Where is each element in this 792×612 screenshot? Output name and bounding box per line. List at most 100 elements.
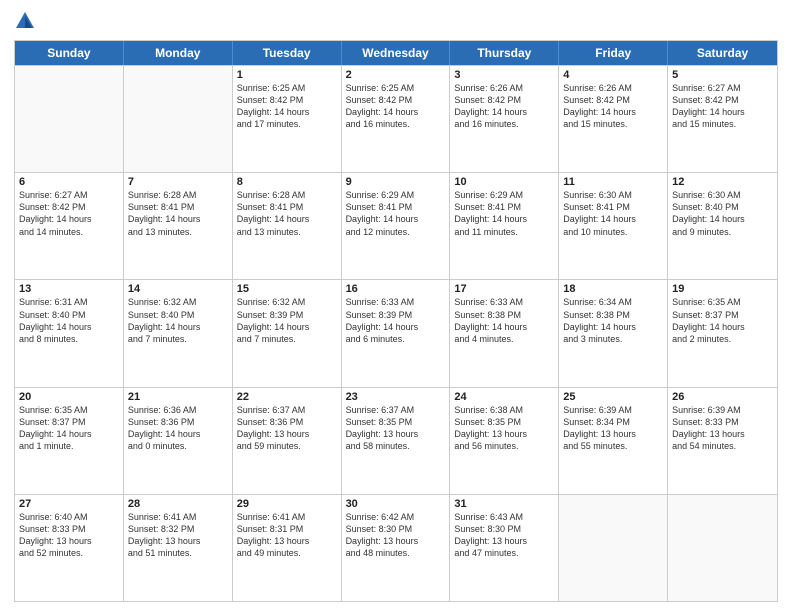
cell-line: Sunset: 8:31 PM bbox=[237, 523, 337, 535]
cell-line: Sunset: 8:42 PM bbox=[563, 94, 663, 106]
cell-line: and 48 minutes. bbox=[346, 547, 446, 559]
cell-line: Sunset: 8:41 PM bbox=[346, 201, 446, 213]
day-cell-18: 18Sunrise: 6:34 AMSunset: 8:38 PMDayligh… bbox=[559, 280, 668, 386]
calendar-row-3: 20Sunrise: 6:35 AMSunset: 8:37 PMDayligh… bbox=[15, 387, 777, 494]
cell-line: and 3 minutes. bbox=[563, 333, 663, 345]
cell-line: Sunset: 8:36 PM bbox=[128, 416, 228, 428]
day-cell-empty-0-0 bbox=[15, 66, 124, 172]
header-day-saturday: Saturday bbox=[668, 41, 777, 65]
day-cell-16: 16Sunrise: 6:33 AMSunset: 8:39 PMDayligh… bbox=[342, 280, 451, 386]
day-number: 4 bbox=[563, 69, 663, 81]
day-cell-empty-0-1 bbox=[124, 66, 233, 172]
day-number: 28 bbox=[128, 498, 228, 510]
day-cell-30: 30Sunrise: 6:42 AMSunset: 8:30 PMDayligh… bbox=[342, 495, 451, 601]
cell-line: Daylight: 14 hours bbox=[454, 106, 554, 118]
day-cell-5: 5Sunrise: 6:27 AMSunset: 8:42 PMDaylight… bbox=[668, 66, 777, 172]
day-cell-8: 8Sunrise: 6:28 AMSunset: 8:41 PMDaylight… bbox=[233, 173, 342, 279]
cell-line: Sunset: 8:40 PM bbox=[128, 309, 228, 321]
day-number: 6 bbox=[19, 176, 119, 188]
day-number: 5 bbox=[672, 69, 773, 81]
day-number: 14 bbox=[128, 283, 228, 295]
day-number: 11 bbox=[563, 176, 663, 188]
cell-line: Daylight: 14 hours bbox=[563, 321, 663, 333]
calendar: SundayMondayTuesdayWednesdayThursdayFrid… bbox=[14, 40, 778, 602]
cell-line: Daylight: 13 hours bbox=[346, 535, 446, 547]
cell-line: Sunset: 8:41 PM bbox=[563, 201, 663, 213]
cell-line: Sunset: 8:33 PM bbox=[19, 523, 119, 535]
day-number: 18 bbox=[563, 283, 663, 295]
cell-line: Daylight: 14 hours bbox=[454, 213, 554, 225]
day-cell-14: 14Sunrise: 6:32 AMSunset: 8:40 PMDayligh… bbox=[124, 280, 233, 386]
cell-line: and 17 minutes. bbox=[237, 118, 337, 130]
day-cell-21: 21Sunrise: 6:36 AMSunset: 8:36 PMDayligh… bbox=[124, 388, 233, 494]
day-number: 25 bbox=[563, 391, 663, 403]
cell-line: Daylight: 14 hours bbox=[128, 428, 228, 440]
cell-line: Sunrise: 6:25 AM bbox=[346, 82, 446, 94]
cell-line: Sunset: 8:30 PM bbox=[454, 523, 554, 535]
cell-line: Daylight: 14 hours bbox=[563, 213, 663, 225]
cell-line: Sunrise: 6:29 AM bbox=[346, 189, 446, 201]
cell-line: Sunset: 8:41 PM bbox=[128, 201, 228, 213]
cell-line: Daylight: 13 hours bbox=[237, 428, 337, 440]
day-number: 30 bbox=[346, 498, 446, 510]
calendar-row-2: 13Sunrise: 6:31 AMSunset: 8:40 PMDayligh… bbox=[15, 279, 777, 386]
cell-line: Sunrise: 6:33 AM bbox=[454, 296, 554, 308]
day-number: 12 bbox=[672, 176, 773, 188]
cell-line: and 15 minutes. bbox=[563, 118, 663, 130]
day-cell-12: 12Sunrise: 6:30 AMSunset: 8:40 PMDayligh… bbox=[668, 173, 777, 279]
cell-line: Sunrise: 6:40 AM bbox=[19, 511, 119, 523]
cell-line: and 12 minutes. bbox=[346, 226, 446, 238]
day-number: 24 bbox=[454, 391, 554, 403]
calendar-body: 1Sunrise: 6:25 AMSunset: 8:42 PMDaylight… bbox=[15, 65, 777, 601]
cell-line: and 4 minutes. bbox=[454, 333, 554, 345]
day-cell-27: 27Sunrise: 6:40 AMSunset: 8:33 PMDayligh… bbox=[15, 495, 124, 601]
cell-line: Daylight: 14 hours bbox=[19, 321, 119, 333]
cell-line: Sunset: 8:38 PM bbox=[563, 309, 663, 321]
header-day-wednesday: Wednesday bbox=[342, 41, 451, 65]
cell-line: and 16 minutes. bbox=[346, 118, 446, 130]
cell-line: Daylight: 13 hours bbox=[346, 428, 446, 440]
cell-line: Daylight: 14 hours bbox=[128, 213, 228, 225]
day-number: 9 bbox=[346, 176, 446, 188]
day-cell-1: 1Sunrise: 6:25 AMSunset: 8:42 PMDaylight… bbox=[233, 66, 342, 172]
cell-line: Sunrise: 6:28 AM bbox=[128, 189, 228, 201]
cell-line: Daylight: 14 hours bbox=[346, 321, 446, 333]
cell-line: Sunrise: 6:33 AM bbox=[346, 296, 446, 308]
day-number: 26 bbox=[672, 391, 773, 403]
day-number: 3 bbox=[454, 69, 554, 81]
day-cell-10: 10Sunrise: 6:29 AMSunset: 8:41 PMDayligh… bbox=[450, 173, 559, 279]
day-number: 27 bbox=[19, 498, 119, 510]
cell-line: and 54 minutes. bbox=[672, 440, 773, 452]
day-cell-25: 25Sunrise: 6:39 AMSunset: 8:34 PMDayligh… bbox=[559, 388, 668, 494]
cell-line: Sunset: 8:40 PM bbox=[672, 201, 773, 213]
cell-line: Sunrise: 6:30 AM bbox=[563, 189, 663, 201]
header-day-monday: Monday bbox=[124, 41, 233, 65]
day-cell-24: 24Sunrise: 6:38 AMSunset: 8:35 PMDayligh… bbox=[450, 388, 559, 494]
logo bbox=[14, 10, 40, 32]
cell-line: Sunset: 8:41 PM bbox=[454, 201, 554, 213]
cell-line: Sunset: 8:39 PM bbox=[237, 309, 337, 321]
cell-line: Daylight: 14 hours bbox=[237, 321, 337, 333]
cell-line: and 51 minutes. bbox=[128, 547, 228, 559]
cell-line: Sunrise: 6:43 AM bbox=[454, 511, 554, 523]
cell-line: and 47 minutes. bbox=[454, 547, 554, 559]
cell-line: Daylight: 14 hours bbox=[237, 213, 337, 225]
day-cell-26: 26Sunrise: 6:39 AMSunset: 8:33 PMDayligh… bbox=[668, 388, 777, 494]
page: SundayMondayTuesdayWednesdayThursdayFrid… bbox=[0, 0, 792, 612]
cell-line: Daylight: 13 hours bbox=[672, 428, 773, 440]
calendar-row-4: 27Sunrise: 6:40 AMSunset: 8:33 PMDayligh… bbox=[15, 494, 777, 601]
cell-line: Sunrise: 6:37 AM bbox=[237, 404, 337, 416]
cell-line: Daylight: 14 hours bbox=[346, 106, 446, 118]
cell-line: Sunrise: 6:42 AM bbox=[346, 511, 446, 523]
cell-line: and 49 minutes. bbox=[237, 547, 337, 559]
day-number: 16 bbox=[346, 283, 446, 295]
header-day-friday: Friday bbox=[559, 41, 668, 65]
cell-line: Sunset: 8:42 PM bbox=[454, 94, 554, 106]
cell-line: Daylight: 13 hours bbox=[19, 535, 119, 547]
cell-line: Sunrise: 6:35 AM bbox=[672, 296, 773, 308]
day-cell-9: 9Sunrise: 6:29 AMSunset: 8:41 PMDaylight… bbox=[342, 173, 451, 279]
day-cell-28: 28Sunrise: 6:41 AMSunset: 8:32 PMDayligh… bbox=[124, 495, 233, 601]
cell-line: Sunrise: 6:39 AM bbox=[563, 404, 663, 416]
cell-line: Sunset: 8:40 PM bbox=[19, 309, 119, 321]
day-number: 2 bbox=[346, 69, 446, 81]
